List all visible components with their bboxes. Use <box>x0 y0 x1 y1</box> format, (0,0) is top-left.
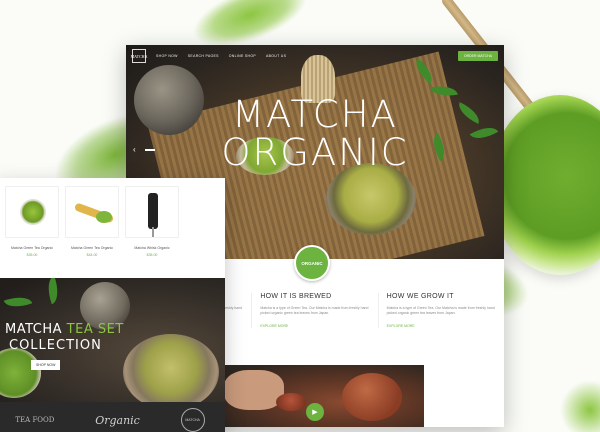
info-heading: HOW IT IS BREWED <box>260 293 332 300</box>
nav-item-about[interactable]: About Us <box>266 54 286 58</box>
organic-badge: ORGANIC <box>294 245 330 281</box>
hero-title-line2: ORGANIC <box>221 131 409 174</box>
product-name[interactable]: Matcha Whisk Organic <box>125 246 179 250</box>
set-title-accent: TEA SET <box>66 322 124 337</box>
nav-item-online-shop[interactable]: Online Shop <box>229 54 256 58</box>
product-card[interactable]: Matcha Green Tea Organic $44.00 <box>65 186 119 257</box>
hero-title-line1: MATCHA <box>232 93 398 136</box>
set-title: MATCHA TEA SET <box>5 322 124 337</box>
product-name[interactable]: Matcha Green Tea Organic <box>65 246 119 250</box>
product-image[interactable] <box>65 186 119 238</box>
brand-logo: MATCHA <box>180 408 205 432</box>
brand-logo: TEA FOOD <box>15 416 55 424</box>
explore-link[interactable]: Explore more <box>387 324 496 328</box>
nav-item-shop[interactable]: Shop Now <box>156 54 178 58</box>
product-name[interactable]: Matcha Green Tea Organic <box>5 246 59 250</box>
hand-image <box>224 370 284 410</box>
site-logo[interactable]: MATCHA <box>131 49 147 63</box>
brand-logo: Organic <box>95 413 140 427</box>
play-icon[interactable]: ▶ <box>306 403 324 421</box>
slider-indicator[interactable] <box>145 149 155 151</box>
electric-whisk-icon <box>148 193 158 229</box>
leaf-image <box>42 278 64 305</box>
matcha-showcase: MATCHA Shop Now Search Pages Online Shop… <box>0 0 600 432</box>
info-heading: HOW WE GROW IT <box>386 293 454 300</box>
powder-icon <box>96 211 112 223</box>
nav-item-search[interactable]: Search Pages <box>188 54 219 58</box>
matcha-bowl-icon <box>20 199 46 225</box>
matcha-powder-splash <box>560 380 600 432</box>
matcha-cup-image <box>123 334 219 402</box>
product-image[interactable] <box>125 186 179 238</box>
info-column: HOW IT IS BREWED Matcha is a type of Gre… <box>252 293 379 328</box>
chevron-left-icon[interactable]: ‹ <box>133 145 136 154</box>
shop-now-button[interactable]: Shop Now <box>31 360 61 370</box>
order-button[interactable]: Order Matcha <box>457 51 498 61</box>
explore-link[interactable]: Explore more <box>260 324 369 328</box>
set-title-line2: COLLECTION <box>9 338 102 353</box>
product-list: Matcha Green Tea Organic $35.00 Matcha G… <box>0 178 225 257</box>
info-column: HOW WE GROW IT Matcha is a type of Green… <box>379 293 504 328</box>
tea-set-banner: MATCHA TEA SET COLLECTION Shop Now <box>0 278 225 402</box>
video-section: ▶ <box>224 365 424 427</box>
shop-site-preview: Matcha Green Tea Organic $35.00 Matcha G… <box>0 178 225 432</box>
product-price: $44.00 <box>86 253 98 257</box>
set-title-text: MATCHA <box>5 322 67 337</box>
whisk-wire-icon <box>152 227 154 237</box>
info-body: Matcha is a type of Green Tea. Our Match… <box>386 306 495 315</box>
info-body: Matcha is a type of Green Tea. Our Match… <box>260 306 369 315</box>
top-nav: MATCHA Shop Now Search Pages Online Shop… <box>126 45 504 67</box>
product-image[interactable] <box>5 186 59 238</box>
matcha-bowl-image <box>490 95 600 275</box>
clay-teapot-image <box>342 373 402 421</box>
matcha-bowl-image <box>0 348 41 398</box>
product-price: $35.00 <box>26 253 38 257</box>
teacup-image <box>276 393 306 411</box>
product-card[interactable]: Matcha Green Tea Organic $35.00 <box>5 186 59 257</box>
leaf-image <box>3 291 33 313</box>
product-price: $35.00 <box>146 253 158 257</box>
brand-strip: TEA FOOD Organic MATCHA <box>0 402 225 432</box>
product-card[interactable]: Matcha Whisk Organic $35.00 <box>125 186 179 257</box>
